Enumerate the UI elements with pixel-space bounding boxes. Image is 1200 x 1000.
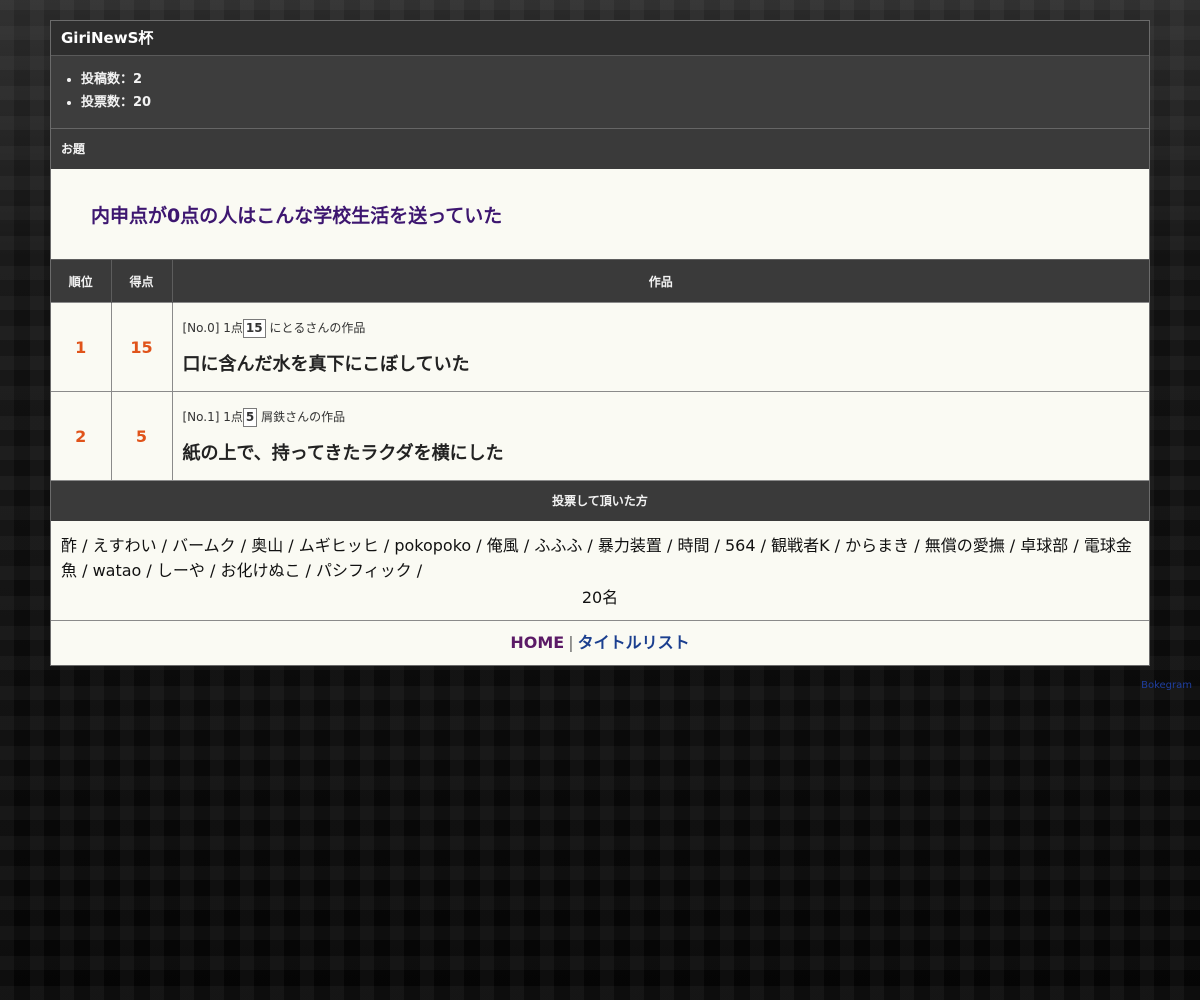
voter-list: 酢 / えすわい / バームク / 奥山 / ムギヒッヒ / pokopoko … (61, 536, 1132, 580)
score-cell: 5 (111, 391, 173, 480)
voters-heading: 投票して頂いた方 (51, 480, 1149, 521)
contest-panel: GiriNewS杯 投稿数：2 投票数：20 お題 内申点が0点の人はこんな学校… (50, 20, 1150, 666)
vote-count: 投票数：20 (81, 91, 1139, 114)
footer-nav: HOME | タイトルリスト (51, 621, 1149, 665)
work-author: 屑鉄さんの作品 (261, 409, 346, 424)
odai-text: 内申点が0点の人はこんな学校生活を送っていた (91, 205, 503, 227)
work-meta: [No.1] 1点 5 屑鉄さんの作品 (182, 407, 1140, 427)
points-box: 5 (242, 407, 258, 427)
nav-separator: | (568, 633, 574, 652)
voter-count: 20名 (581, 588, 619, 607)
odai-section: 内申点が0点の人はこんな学校生活を送っていた (51, 169, 1149, 259)
work-author: にとるさんの作品 (269, 320, 366, 335)
work-number: [No.1] 1点 (182, 409, 243, 424)
work-cell: [No.1] 1点 5 屑鉄さんの作品 紙の上で、持ってきたラクダを横にした (172, 391, 1149, 480)
score-cell: 15 (111, 302, 173, 392)
home-link[interactable]: HOME (510, 633, 564, 652)
title-list-link[interactable]: タイトルリスト (578, 633, 690, 652)
contest-title: GiriNewS杯 (51, 21, 1149, 56)
work-number: [No.0] 1点 (182, 320, 243, 335)
work-meta: [No.0] 1点 15 にとるさんの作品 (182, 318, 1140, 338)
table-row: 1 15 [No.0] 1点 15 にとるさんの作品 口に含んだ水を真下にこぼして… (51, 302, 1149, 392)
score-header: 得点 (111, 259, 173, 303)
work-text: 口に含んだ水を真下にこぼしていた (182, 353, 470, 375)
odai-heading: お題 (51, 129, 1149, 169)
work-header: 作品 (172, 259, 1149, 303)
work-cell: [No.0] 1点 15 にとるさんの作品 口に含んだ水を真下にこぼしていた (172, 302, 1149, 392)
results-header-row: 順位 得点 作品 (51, 259, 1149, 303)
contest-stats: 投稿数：2 投票数：20 (51, 56, 1149, 129)
points-box: 15 (242, 318, 266, 338)
post-count: 投稿数：2 (81, 68, 1139, 91)
rank-cell: 1 (51, 302, 112, 392)
rank-header: 順位 (51, 259, 112, 303)
results-table: 順位 得点 作品 1 15 [No.0] 1点 15 にとるさんの作品 口に含んだ… (51, 259, 1149, 480)
work-text: 紙の上で、持ってきたラクダを横にした (182, 442, 504, 464)
bokegram-credit-link[interactable]: Bokegram (1141, 680, 1192, 691)
voters-section: 酢 / えすわい / バームク / 奥山 / ムギヒッヒ / pokopoko … (51, 521, 1149, 621)
table-row: 2 5 [No.1] 1点 5 屑鉄さんの作品 紙の上で、持ってきたラクダを横にし… (51, 391, 1149, 480)
rank-cell: 2 (51, 391, 112, 480)
